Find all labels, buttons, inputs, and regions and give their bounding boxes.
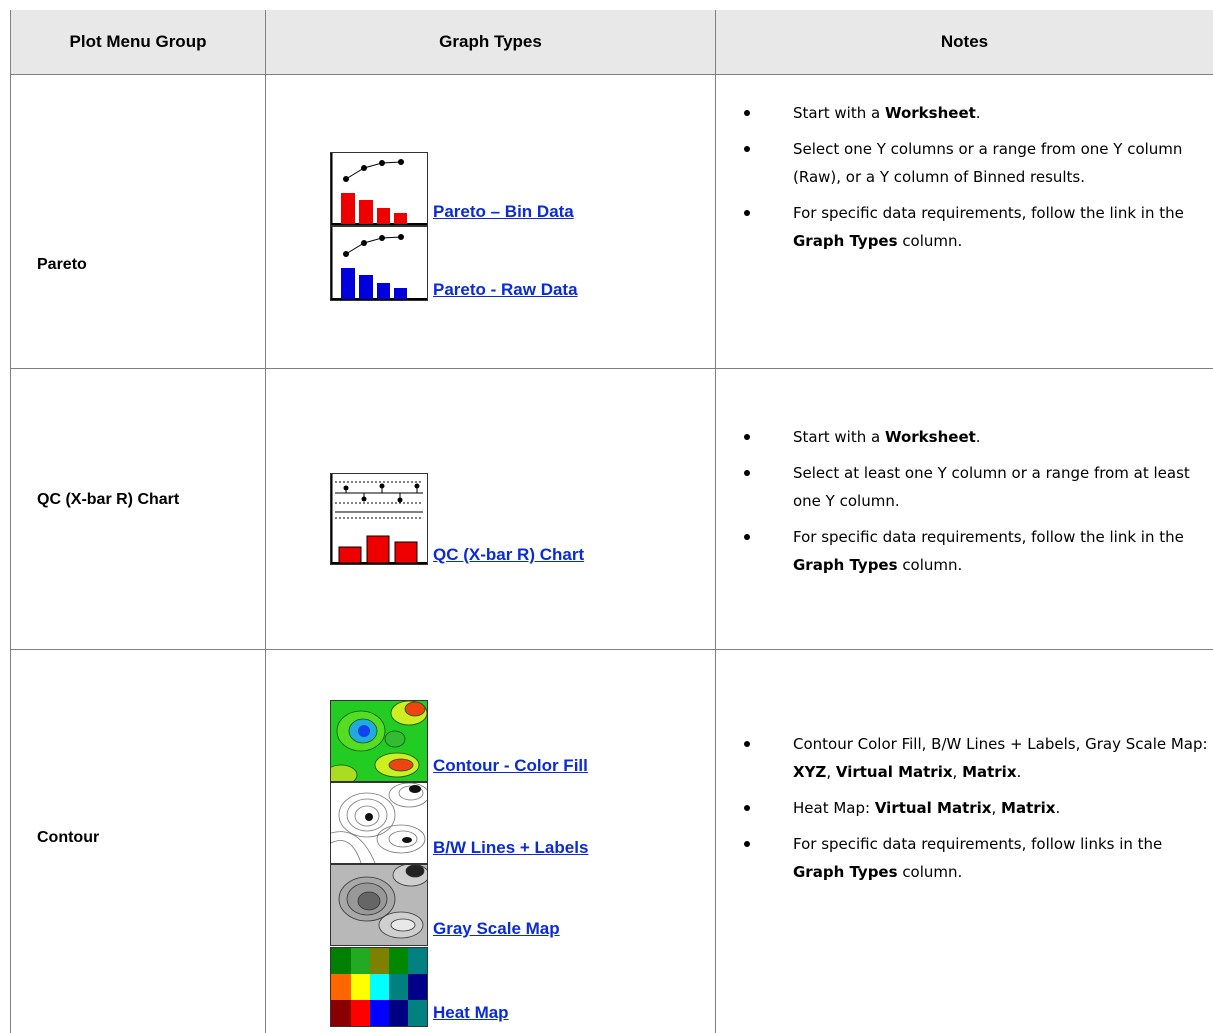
- link-bw-lines-labels[interactable]: B/W Lines + Labels: [433, 838, 588, 858]
- list-item: Select one Y columns or a range from one…: [742, 135, 1212, 191]
- gray-scale-map-icon: [330, 864, 428, 946]
- contour-bw-lines-icon: [330, 782, 428, 864]
- row-divider: [10, 368, 1213, 369]
- column-divider: [265, 10, 266, 1033]
- qc-chart-icon: [330, 473, 428, 565]
- header-notes: Notes: [716, 10, 1213, 74]
- link-gray-scale-map[interactable]: Gray Scale Map: [433, 919, 560, 939]
- notes-qc: Start with a Worksheet. Select at least …: [742, 423, 1212, 587]
- bullet-icon: [744, 741, 750, 747]
- group-pareto: Pareto: [37, 256, 87, 273]
- bullet-icon: [744, 146, 750, 152]
- graph-types-table: Plot Menu Group Graph Types Notes Pareto…: [10, 10, 1213, 1033]
- bullet-icon: [744, 434, 750, 440]
- list-item: Heat Map: Virtual Matrix, Matrix.: [742, 794, 1212, 822]
- contour-color-fill-icon: [330, 700, 428, 782]
- header-plot-menu-group: Plot Menu Group: [11, 10, 265, 74]
- header-graph-types: Graph Types: [266, 10, 715, 74]
- list-item: For specific data requirements, follow t…: [742, 199, 1212, 255]
- row-divider: [10, 649, 1213, 650]
- group-contour: Contour: [37, 829, 100, 846]
- list-item: Start with a Worksheet.: [742, 99, 1212, 127]
- pareto-blue-bars-icon: [330, 226, 428, 301]
- link-contour-color-fill[interactable]: Contour - Color Fill: [433, 756, 588, 776]
- bullet-icon: [744, 110, 750, 116]
- notes-contour: Contour Color Fill, B/W Lines + Labels, …: [742, 730, 1212, 894]
- heat-map-icon: [330, 947, 428, 1027]
- header-divider: [10, 74, 1213, 75]
- bullet-icon: [744, 470, 750, 476]
- link-qc-chart[interactable]: QC (X-bar R) Chart: [433, 545, 584, 565]
- link-pareto-bin-data[interactable]: Pareto – Bin Data: [433, 202, 574, 222]
- notes-pareto: Start with a Worksheet. Select one Y col…: [742, 99, 1212, 263]
- list-item: For specific data requirements, follow t…: [742, 523, 1212, 579]
- table-border-left: [10, 10, 11, 1033]
- group-qc-chart: QC (X-bar R) Chart: [37, 491, 180, 508]
- list-item: For specific data requirements, follow l…: [742, 830, 1212, 886]
- bullet-icon: [744, 805, 750, 811]
- link-heat-map[interactable]: Heat Map: [433, 1003, 509, 1023]
- list-item: Start with a Worksheet.: [742, 423, 1212, 451]
- list-item: Select at least one Y column or a range …: [742, 459, 1212, 515]
- column-divider: [715, 10, 716, 1033]
- bullet-icon: [744, 210, 750, 216]
- bullet-icon: [744, 534, 750, 540]
- link-pareto-raw-data[interactable]: Pareto - Raw Data: [433, 280, 578, 300]
- list-item: Contour Color Fill, B/W Lines + Labels, …: [742, 730, 1212, 786]
- pareto-red-bars-icon: [330, 152, 428, 226]
- bullet-icon: [744, 841, 750, 847]
